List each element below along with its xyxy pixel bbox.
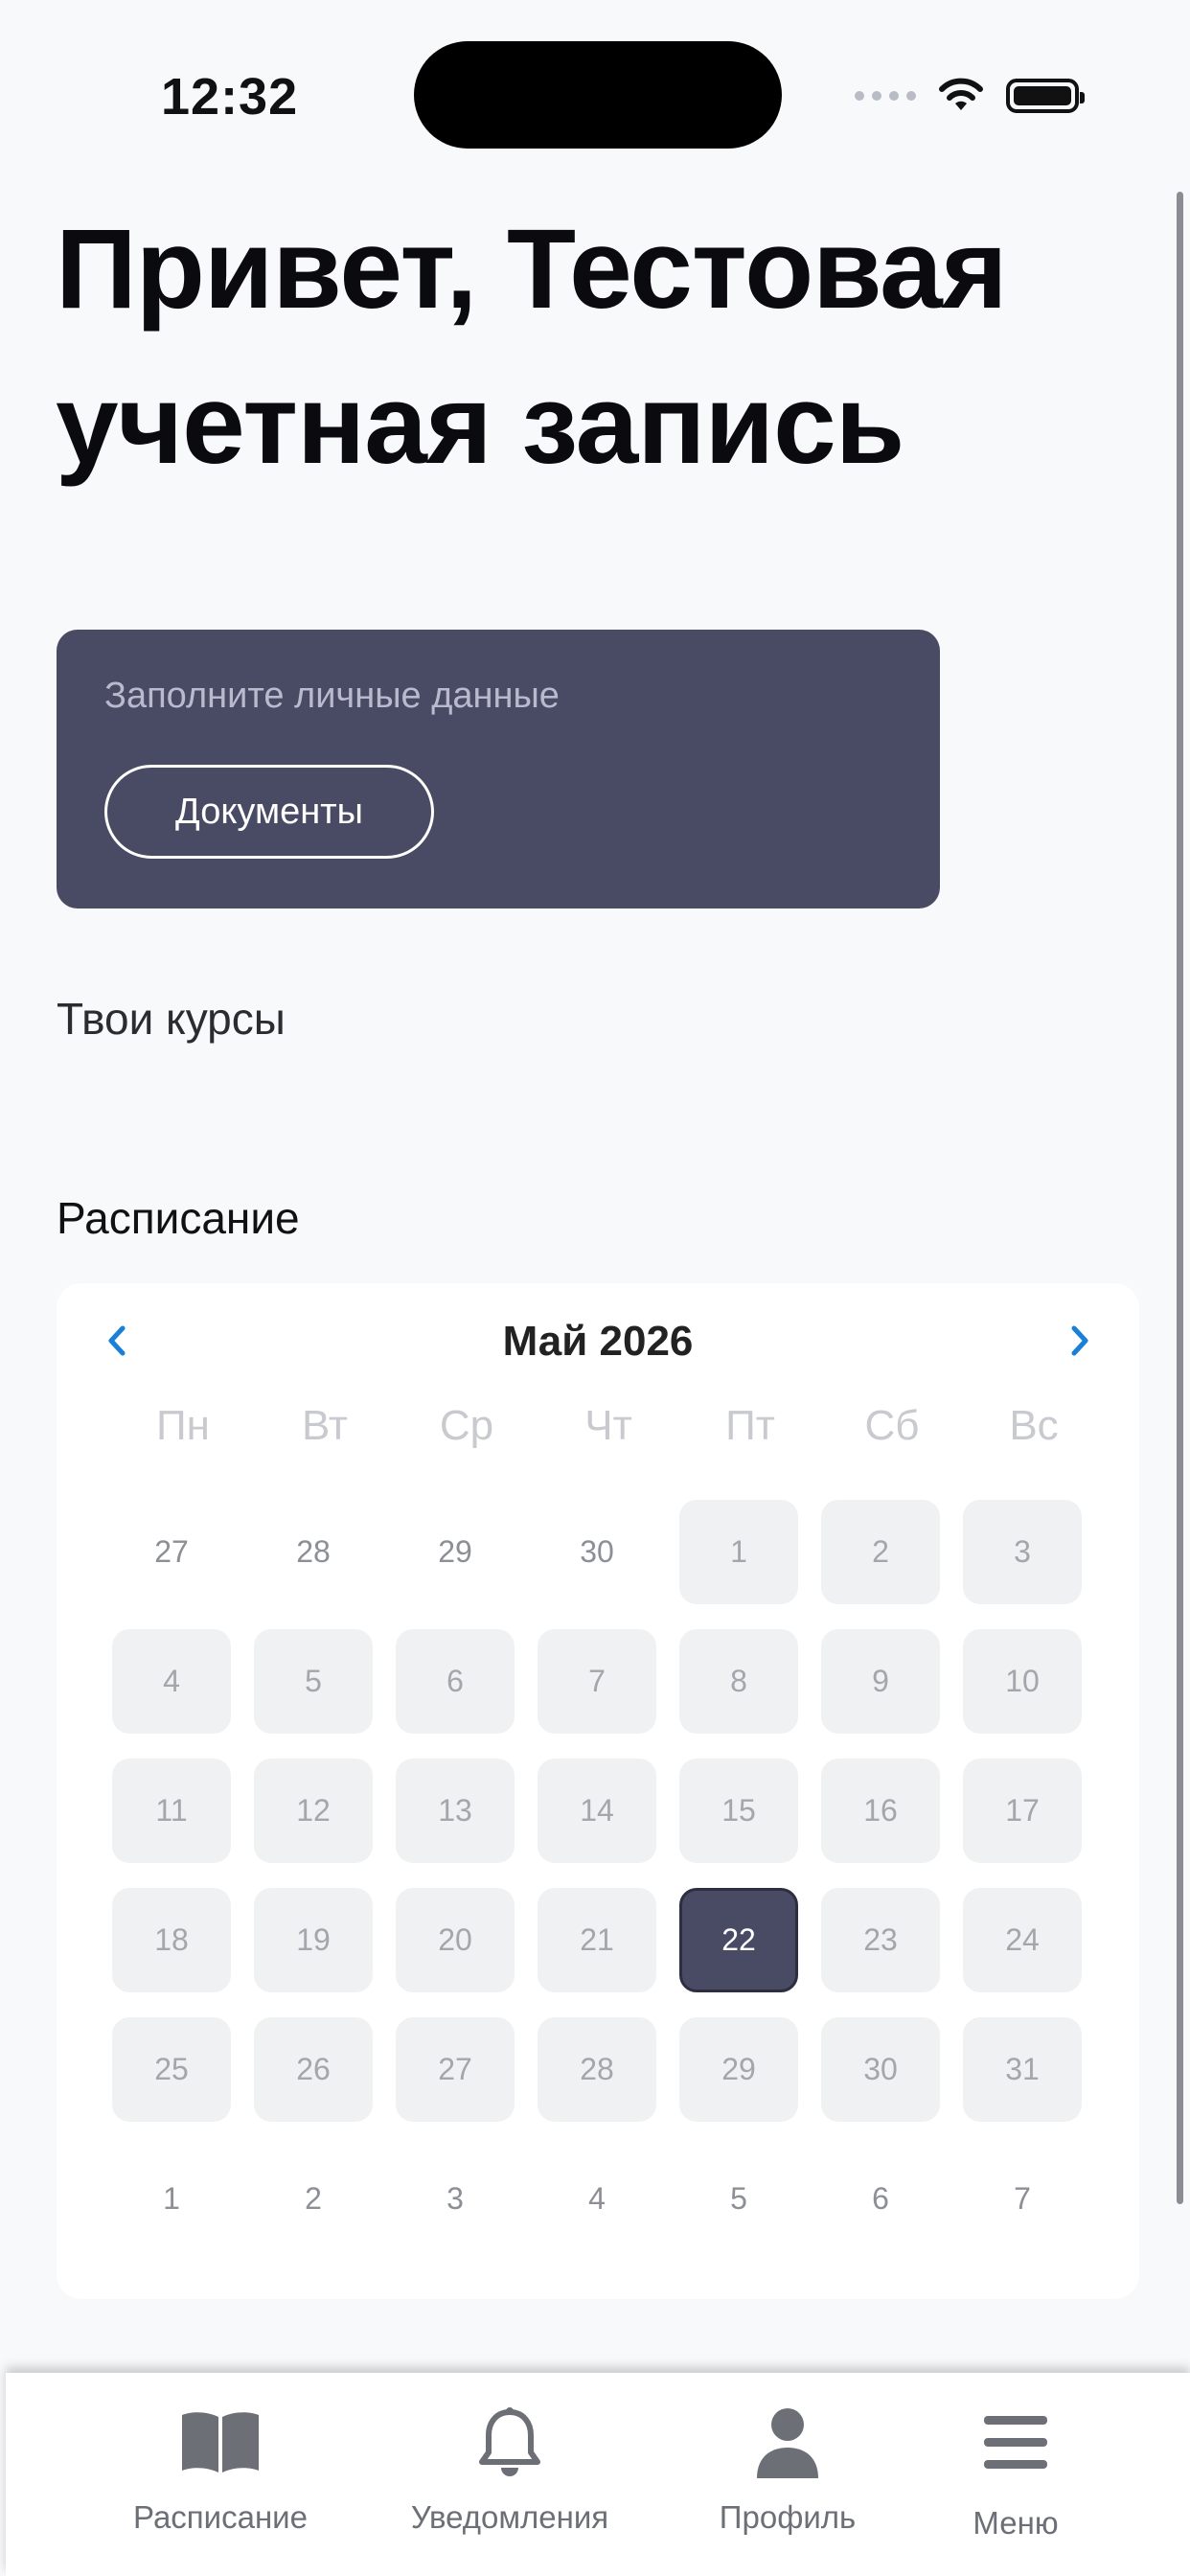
signal-icon	[855, 91, 916, 101]
calendar-day[interactable]: 30	[821, 2017, 940, 2122]
documents-button[interactable]: Документы	[104, 765, 434, 859]
calendar-day[interactable]: 6	[396, 1629, 515, 1734]
tab-label-menu: Меню	[973, 2505, 1059, 2541]
calendar-day[interactable]: 1	[679, 1500, 798, 1604]
battery-icon	[1006, 79, 1085, 113]
tab-profile[interactable]: Профиль	[663, 2400, 912, 2572]
calendar-day[interactable]: 15	[679, 1759, 798, 1863]
weekday-label: Сб	[864, 1402, 920, 1449]
calendar-day-outside: 5	[730, 2181, 747, 2216]
calendar-day-outside: 27	[154, 1534, 189, 1569]
calendar-day-outside: 3	[446, 2181, 464, 2216]
calendar-day-outside: 1	[163, 2181, 180, 2216]
courses-heading: Твои курсы	[57, 994, 286, 1044]
weekday-label: Вт	[301, 1402, 349, 1449]
calendar-day[interactable]: 7	[538, 1629, 656, 1734]
weekday-header: Пн Вт Ср Чт Пт Сб Вс	[112, 1402, 1086, 1450]
calendar-day[interactable]: 4	[112, 1629, 231, 1734]
calendar-day[interactable]: 20	[396, 1888, 515, 1992]
calendar-day[interactable]: 9	[821, 1629, 940, 1734]
tab-schedule[interactable]: Расписание	[96, 2400, 345, 2572]
calendar-day[interactable]: 26	[254, 2017, 373, 2122]
calendar-day[interactable]: 13	[396, 1759, 515, 1863]
chevron-right-icon	[1071, 1325, 1088, 1356]
scrollbar[interactable]	[1177, 192, 1183, 2204]
calendar-day[interactable]: 29	[679, 2017, 798, 2122]
calendar-day[interactable]: 2	[821, 1500, 940, 1604]
calendar-day-outside: 30	[580, 1534, 614, 1569]
calendar-day[interactable]: 3	[963, 1500, 1082, 1604]
calendar-day-outside: 7	[1014, 2181, 1031, 2216]
tab-label-notifications: Уведомления	[410, 2499, 609, 2535]
calendar-day[interactable]: 12	[254, 1759, 373, 1863]
calendar-day[interactable]: 11	[112, 1759, 231, 1863]
calendar: Май 2026 Пн Вт Ср Чт Пт Сб Вс 27 28 29 30 1 2 3 4 5 6 7 8…	[57, 1283, 1139, 2299]
calendar-day[interactable]: 27	[396, 2017, 515, 2122]
calendar-day-selected[interactable]: 22	[679, 1888, 798, 1992]
tab-menu[interactable]: Меню	[891, 2400, 1140, 2572]
weekday-label: Вс	[1009, 1402, 1059, 1449]
next-month-button[interactable]	[1051, 1312, 1109, 1369]
calendar-day[interactable]: 28	[538, 2017, 656, 2122]
calendar-day[interactable]: 31	[963, 2017, 1082, 2122]
weekday-label: Пн	[156, 1402, 210, 1449]
personal-data-hint: Заполните личные данные	[104, 676, 560, 716]
book-icon	[182, 2412, 259, 2472]
calendar-day-outside: 29	[438, 1534, 472, 1569]
calendar-day[interactable]: 21	[538, 1888, 656, 1992]
calendar-day[interactable]: 24	[963, 1888, 1082, 1992]
personal-data-card: Заполните личные данные Документы	[57, 630, 940, 908]
calendar-day[interactable]: 14	[538, 1759, 656, 1863]
page-title: Привет, Тестовая учетная запись	[56, 206, 1008, 488]
tab-label-schedule: Расписание	[133, 2499, 308, 2535]
weekday-label: Пт	[725, 1402, 775, 1449]
status-icons	[855, 73, 1085, 119]
calendar-day[interactable]: 19	[254, 1888, 373, 1992]
bell-icon	[479, 2407, 540, 2476]
calendar-day-outside: 4	[588, 2181, 606, 2216]
calendar-day[interactable]: 17	[963, 1759, 1082, 1863]
weekday-label: Ср	[439, 1402, 494, 1449]
calendar-day[interactable]: 8	[679, 1629, 798, 1734]
weekday-label: Чт	[584, 1402, 632, 1449]
calendar-day[interactable]: 18	[112, 1888, 231, 1992]
calendar-day[interactable]: 5	[254, 1629, 373, 1734]
person-icon	[757, 2408, 818, 2478]
tab-notifications[interactable]: Уведомления	[385, 2400, 634, 2572]
calendar-day-outside: 2	[305, 2181, 322, 2216]
calendar-day-outside: 28	[296, 1534, 331, 1569]
calendar-days-grid: 27 28 29 30 1 2 3 4 5 6 7 8 9 10 11 12 13 14 15 16 17 18 19 20 2…	[112, 1500, 1082, 2251]
calendar-month-title: Май 2026	[502, 1318, 694, 1365]
menu-icon	[984, 2416, 1047, 2469]
bottom-tab-bar: Расписание Уведомления Профиль Меню	[6, 2373, 1190, 2576]
calendar-day-outside: 6	[872, 2181, 889, 2216]
schedule-heading: Расписание	[57, 1193, 300, 1243]
status-time: 12:32	[161, 68, 299, 126]
calendar-day[interactable]: 25	[112, 2017, 231, 2122]
calendar-day[interactable]: 10	[963, 1629, 1082, 1734]
wifi-icon	[939, 78, 983, 110]
calendar-day[interactable]: 23	[821, 1888, 940, 1992]
dynamic-island	[414, 41, 782, 149]
tab-label-profile: Профиль	[719, 2499, 857, 2535]
calendar-day[interactable]: 16	[821, 1759, 940, 1863]
app-screen: 12:32 Привет, Тестовая учетная запись За…	[0, 0, 1190, 2576]
